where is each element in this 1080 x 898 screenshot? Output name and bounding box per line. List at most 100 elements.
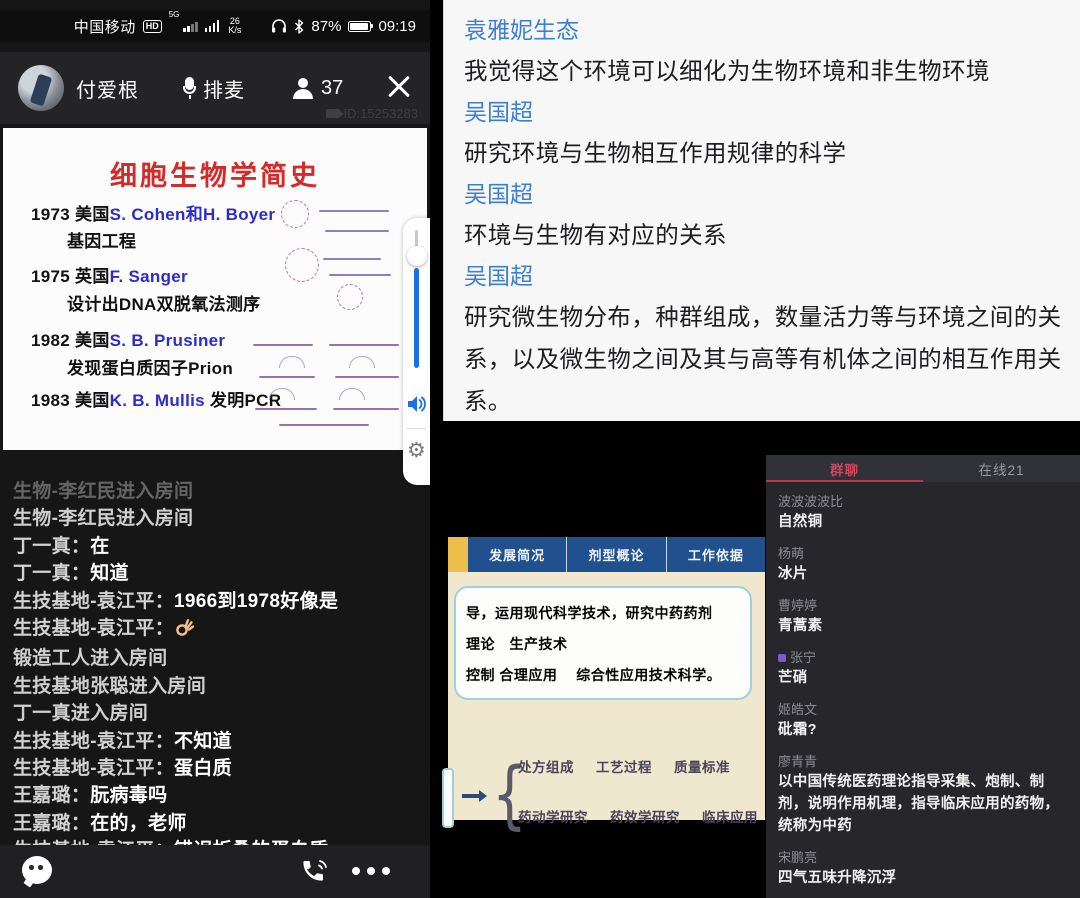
group-chat-text: 四气五味升降沉浮 — [778, 867, 1068, 889]
chat-message: 生技基地-袁江平：不知道 — [13, 728, 423, 755]
timeline-segment: S. B. Prusiner — [110, 331, 226, 350]
group-chat-list[interactable]: 波波波波比自然铜杨萌冰片曹婷婷青蒿素张宁芒硝姬皓文砒霜?廖青青以中国传统医药理论… — [766, 482, 1080, 898]
join-notice: 生物-李红民进入房间 — [13, 505, 423, 532]
group-chat-message: 杨萌冰片 — [778, 544, 1068, 585]
group-chat-sender: 姬皓文 — [778, 700, 1068, 719]
volume-fill — [414, 268, 419, 368]
viewer-count-button[interactable]: 37 — [293, 77, 343, 100]
chat-text: 蛋白质 — [174, 758, 232, 779]
definition-segment: 生产技术 — [510, 636, 568, 652]
chat-sender: 生技基地-袁江平： — [13, 758, 174, 779]
pharmacy-lecture-slide: 发展简况剂型概论工作依据 导，运用现代科学技术，研究中药药剂理论 生产技术控制 … — [448, 537, 765, 820]
group-chat-sender: 波波波波比 — [778, 492, 1068, 511]
flow-item: 处方组成 — [518, 756, 574, 776]
chat-sender: 生技基地-袁江平： — [13, 591, 174, 612]
teacher-name: 付爱根 — [76, 74, 139, 103]
member-badge-icon — [778, 654, 786, 662]
flow-arrow-icon — [462, 794, 480, 798]
flow-item: 药动学研究 — [518, 806, 588, 826]
flow-item: 质量标准 — [674, 756, 730, 776]
active-tab-underline — [766, 480, 923, 482]
discussion-sender[interactable]: 吴国超 — [464, 174, 1064, 214]
group-chat-sender: 廖青青 — [778, 752, 1068, 771]
status-bar: 中国移动 HD 5G 26K/s 87% 09:19 — [0, 10, 430, 42]
carrier-label: 中国移动 — [74, 16, 136, 37]
discussion-sender[interactable]: 吴国超 — [464, 256, 1064, 296]
queue-mic-button[interactable]: 排麦 — [183, 74, 245, 103]
close-button[interactable] — [386, 74, 412, 100]
ok-hand-emoji — [174, 617, 194, 645]
discussion-text: 研究环境与生物相互作用规律的科学 — [464, 132, 1064, 174]
group-chat-text: 砒霜? — [778, 719, 1068, 741]
battery-icon — [348, 21, 371, 32]
battery-percent: 87% — [311, 18, 341, 35]
discussion-sender[interactable]: 袁雅妮生态 — [464, 10, 1064, 50]
timeline-segment: 1973 美国 — [31, 205, 110, 224]
speaker-icon[interactable] — [407, 394, 429, 414]
person-icon — [293, 78, 313, 98]
discussion-text: 环境与生物有对应的关系 — [464, 214, 1064, 256]
timeline-entry-detail: 发现蛋白质因子Prion — [67, 354, 233, 379]
flow-item: 临床应用 — [702, 806, 758, 826]
group-chat-text: 以中国传统医药理论指导采集、炮制、制剂，说明作用机理，指导临床应用的药物，统称为… — [778, 771, 1068, 837]
room-chat-list[interactable]: 生物-李红民进入房间生物-李红民进入房间丁一真：在丁一真：知道生技基地-袁江平：… — [13, 478, 423, 865]
volume-slider-knob[interactable] — [407, 246, 427, 266]
chat-bubble-icon[interactable] — [22, 856, 52, 884]
timeline-entry: 1975 英国F. Sanger — [31, 262, 188, 287]
join-notice: 丁一真进入房间 — [13, 700, 423, 727]
group-chat-sender: 张宁 — [778, 648, 1068, 667]
chat-sender: 生技基地-袁江平： — [13, 731, 174, 752]
timeline-segment: 1975 英国 — [31, 267, 110, 286]
definition-line: 理论 生产技术 — [466, 629, 742, 660]
viewer-count: 37 — [321, 77, 343, 100]
hd-icon: HD — [143, 20, 162, 33]
chat-text: 1966到1978好像是 — [174, 591, 338, 612]
timeline-segment: K. B. Mullis — [110, 391, 205, 410]
slide-title: 细胞生物学简史 — [3, 154, 427, 193]
join-notice: 生技基地张聪进入房间 — [13, 673, 423, 700]
chat-text: 在的，老师 — [90, 813, 187, 834]
call-icon[interactable] — [298, 855, 332, 887]
timeline-entry: 1983 美国K. B. Mullis 发明PCR — [31, 386, 281, 411]
definition-line: 导，运用现代科学技术，研究中药药剂 — [466, 598, 742, 629]
slide-tab[interactable]: 剂型概论 — [567, 537, 666, 572]
group-chat-message: 张宁芒硝 — [778, 648, 1068, 689]
tab-online-list[interactable]: 在线21 — [923, 455, 1080, 482]
discussion-sender[interactable]: 吴国超 — [464, 92, 1064, 132]
more-options-icon[interactable] — [352, 867, 390, 875]
stream-id-watermark: ID:15253283 — [326, 106, 418, 121]
definition-segment: 理论 — [466, 636, 495, 652]
group-chat-text: 自然铜 — [778, 511, 1068, 533]
gear-icon[interactable]: ⚙ — [407, 438, 426, 462]
timeline-entry: 1982 美国S. B. Prusiner — [31, 326, 225, 351]
timeline-segment: 1983 美国 — [31, 391, 110, 410]
discussion-panel[interactable]: 袁雅妮生态我觉得这个环境可以细化为生物环境和非生物环境吴国超研究环境与生物相互作… — [443, 0, 1080, 421]
timeline-segment: S. Cohen和H. Boyer — [110, 205, 276, 224]
chat-text: 不知道 — [174, 731, 232, 752]
tab-group-chat[interactable]: 群聊 — [766, 455, 923, 482]
definition-segment: 综合性 — [557, 667, 619, 683]
group-chat-message: 宋鹏亮四气五味升降沉浮 — [778, 848, 1068, 889]
definition-segment: 导 — [466, 605, 481, 621]
flow-item: 工艺过程 — [596, 756, 652, 776]
group-chat-message: 波波波波比自然铜 — [778, 492, 1068, 533]
clock: 09:19 — [378, 18, 416, 35]
chat-sender: 丁一真： — [13, 536, 90, 557]
screen: 中国移动 HD 5G 26K/s 87% 09:19 付爱根 排麦 — [0, 0, 1080, 898]
definition-segment: 控制 — [466, 667, 495, 683]
chat-message: 丁一真：知道 — [13, 560, 423, 587]
slide-tab[interactable]: 发展简况 — [468, 537, 567, 572]
chat-text: 知道 — [90, 563, 129, 584]
group-chat-text: 芒硝 — [778, 667, 1068, 689]
group-chat-sender: 杨萌 — [778, 544, 1068, 563]
network-speed: 26K/s — [228, 17, 241, 35]
chat-text: 朊病毒吗 — [90, 785, 167, 806]
timeline-segment: F. Sanger — [110, 267, 188, 286]
slide-tab[interactable]: 工作依据 — [667, 537, 765, 572]
network-type-label: 5G — [169, 10, 180, 19]
teacher-avatar[interactable] — [18, 65, 64, 111]
definition-segment: 应用 — [620, 667, 649, 683]
tab-accent-block — [448, 537, 468, 572]
bottom-toolbar — [0, 845, 430, 898]
join-notice: 锻造工人进入房间 — [13, 645, 423, 672]
